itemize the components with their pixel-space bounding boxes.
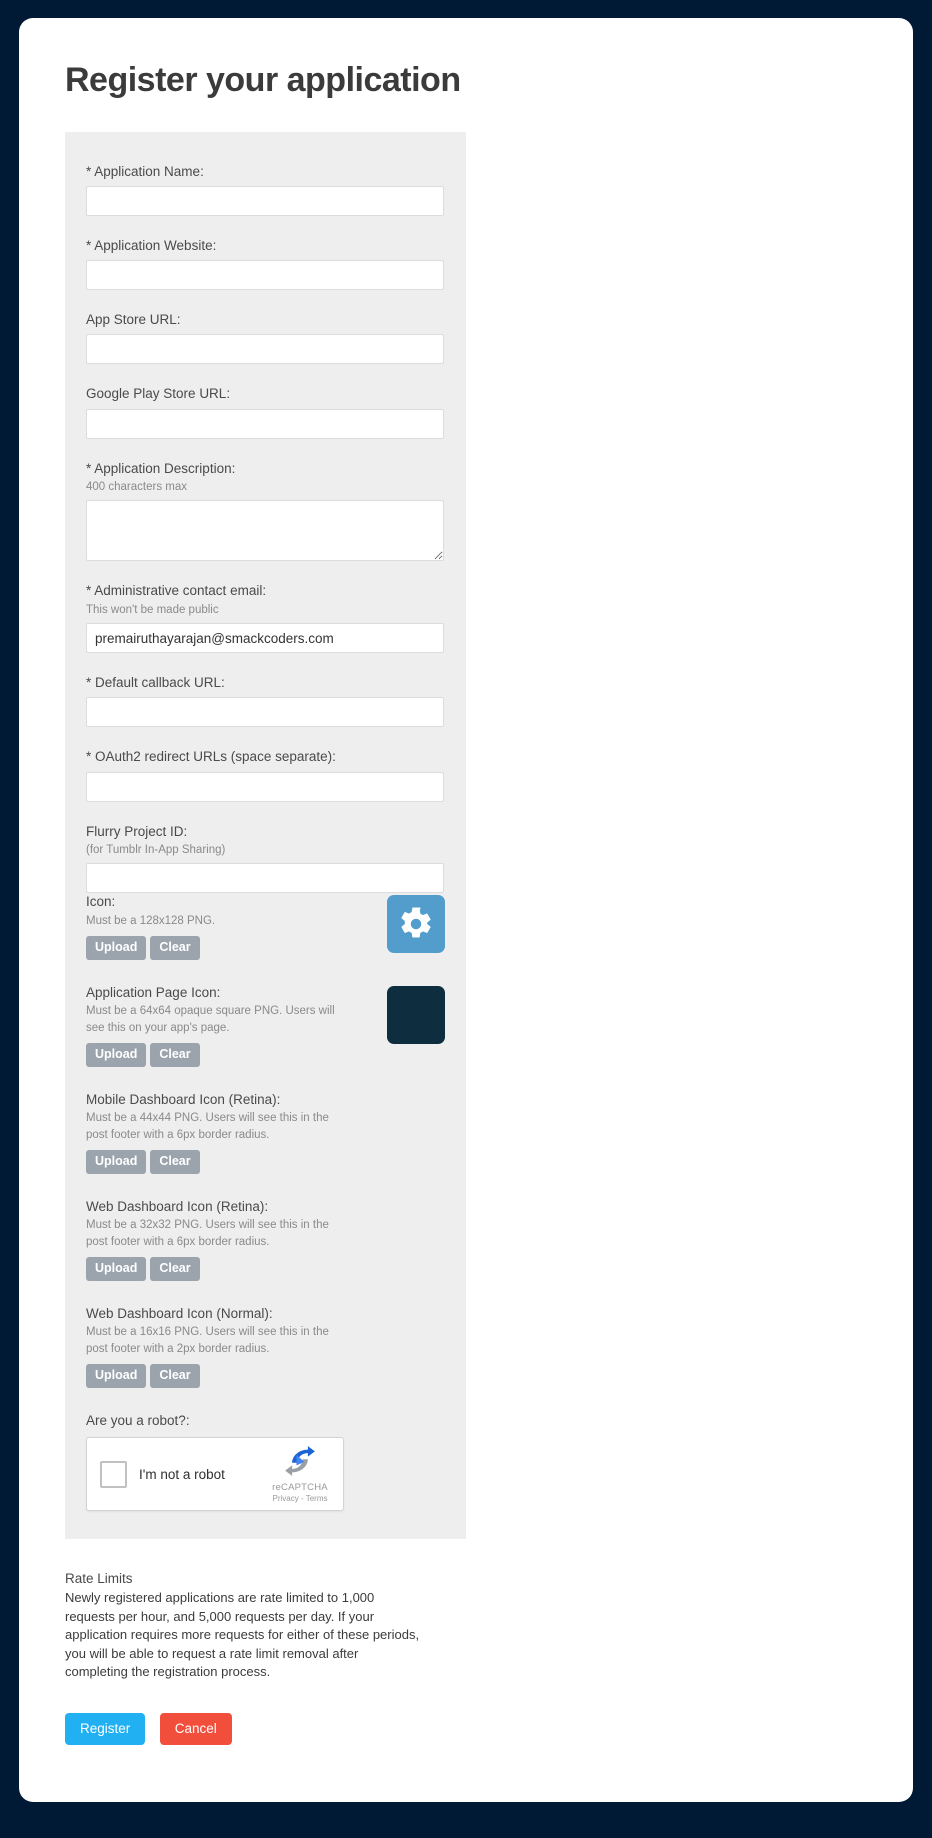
icon-upload-button[interactable]: Upload [86,936,147,960]
web-dashboard-icon-retina-buttons: Upload Clear [86,1257,386,1281]
web-dashboard-icon-normal-buttons: Upload Clear [86,1364,386,1388]
flurry-project-id-label: Flurry Project ID: [86,823,188,839]
recaptcha-logo-icon [285,1445,315,1476]
icon-upload-application-page-icon: Application Page Icon: Must be a 64x64 op… [86,984,445,1067]
recaptcha-branding: reCAPTCHA Privacy - Terms [268,1445,332,1503]
icon-description: Must be a 128x128 PNG. [86,914,216,927]
web-dashboard-icon-normal-clear-button[interactable]: Clear [150,1364,200,1388]
gear-icon [401,907,431,938]
icon-label: Icon: [86,894,116,910]
oauth2-redirect-urls-input[interactable] [86,771,444,802]
captcha-field: Are you a robot?: I'm not a robot reCAPT… [86,1412,445,1512]
field-flurry-project-id: Flurry Project ID: (for Tumblr In-App Sha… [86,823,445,894]
application-page-icon-description: Must be a 64x64 opaque square PNG. Users… [86,1004,335,1034]
register-button[interactable]: Register [65,1713,146,1745]
application-page-icon-buttons: Upload Clear [86,1043,386,1067]
google-play-store-url-input[interactable] [86,408,444,439]
icon-upload-mobile-dashboard-icon-retina: Mobile Dashboard Icon (Retina): Must be a… [86,1091,445,1174]
recaptcha-brand-links[interactable]: Privacy - Terms [268,1494,332,1503]
oauth2-redirect-urls-label: * OAuth2 redirect URLs (space separate): [86,749,336,765]
application-description-hint: 400 characters max [86,480,187,493]
icon-upload-icon: Icon: Must be a 128x128 PNG. Upload Clear [86,893,445,960]
rate-limits-body: Newly registered applications are rate l… [65,1590,420,1679]
icon-upload-web-dashboard-icon-retina: Web Dashboard Icon (Retina): Must be a 32… [86,1198,445,1281]
web-dashboard-icon-normal-label: Web Dashboard Icon (Normal): [86,1305,273,1321]
icon-thumbnail [387,895,445,954]
application-website-label: * Application Website: [86,238,217,254]
default-callback-url-label: * Default callback URL: [86,675,225,691]
cancel-button[interactable]: Cancel [159,1713,232,1745]
recaptcha-checkbox[interactable] [100,1460,127,1488]
web-dashboard-icon-normal-upload-button[interactable]: Upload [86,1364,147,1388]
dark-square-icon [387,985,445,1044]
application-page-icon-upload-button[interactable]: Upload [86,1043,147,1067]
field-administrative-contact-email: * Administrative contact email: This won'… [86,582,445,654]
administrative-contact-email-input[interactable] [86,623,444,654]
application-name-label: * Application Name: [86,163,204,179]
flurry-project-id-hint: (for Tumblr In-App Sharing) [86,843,226,856]
flurry-project-id-input[interactable] [86,863,444,894]
web-dashboard-icon-normal-text: Web Dashboard Icon (Normal): Must be a 16… [86,1305,386,1388]
application-website-input[interactable] [86,260,444,291]
application-page-icon-label: Application Page Icon: [86,984,221,1000]
field-oauth2-redirect-urls: * OAuth2 redirect URLs (space separate): [86,748,445,802]
icon-uploads-container: Icon: Must be a 128x128 PNG. Upload Clear Ap… [86,893,445,1388]
mobile-dashboard-icon-retina-description: Must be a 44x44 PNG. Users will see this… [86,1111,329,1141]
rate-limits-section: Rate Limits Newly registered application… [65,1571,485,1745]
mobile-dashboard-icon-retina-clear-button[interactable]: Clear [150,1150,200,1174]
app-store-url-label: App Store URL: [86,312,181,328]
default-callback-url-input[interactable] [86,697,444,728]
field-application-website: * Application Website: [86,237,445,291]
mobile-dashboard-icon-retina-buttons: Upload Clear [86,1150,386,1174]
icon-buttons: Upload Clear [86,936,386,960]
recaptcha-widget[interactable]: I'm not a robot reCAPTCHA Privacy - Term… [86,1437,344,1512]
captcha-label: Are you a robot?: [86,1412,190,1428]
field-app-store-url: App Store URL: [86,311,445,365]
application-name-input[interactable] [86,186,444,217]
registration-form-panel: * Application Name: * Application Website… [65,131,466,1540]
recaptcha-checkbox-label: I'm not a robot [139,1466,225,1482]
administrative-contact-email-hint: This won't be made public [86,603,219,616]
web-dashboard-icon-retina-description: Must be a 32x32 PNG. Users will see this… [86,1219,329,1248]
application-description-input[interactable] [86,500,444,562]
form-fields-container: * Application Name: * Application Website… [86,163,445,894]
web-dashboard-icon-retina-clear-button[interactable]: Clear [150,1257,200,1281]
application-page-icon-text: Application Page Icon: Must be a 64x64 op… [86,984,386,1067]
field-google-play-store-url: Google Play Store URL: [86,385,445,439]
icon-clear-button[interactable]: Clear [150,936,200,960]
mobile-dashboard-icon-retina-text: Mobile Dashboard Icon (Retina): Must be a… [86,1091,386,1174]
administrative-contact-email-label: * Administrative contact email: [86,583,267,599]
app-store-url-input[interactable] [86,334,444,365]
application-page-icon-thumbnail [387,985,445,1044]
gear-icon-tile [387,895,445,954]
field-default-callback-url: * Default callback URL: [86,674,445,728]
mobile-dashboard-icon-retina-label: Mobile Dashboard Icon (Retina): [86,1091,281,1107]
field-application-name: * Application Name: [86,163,445,217]
field-application-description: * Application Description: 400 characters… [86,460,445,562]
web-dashboard-icon-retina-text: Web Dashboard Icon (Retina): Must be a 32… [86,1198,386,1281]
register-application-card: Register your application * Application … [19,18,913,1802]
application-page-icon-clear-button[interactable]: Clear [150,1043,200,1067]
web-dashboard-icon-normal-description: Must be a 16x16 PNG. Users will see this… [86,1326,329,1355]
mobile-dashboard-icon-retina-upload-button[interactable]: Upload [86,1150,147,1174]
rate-limits-title: Rate Limits [65,1571,133,1587]
form-actions: Register Cancel [65,1713,485,1745]
web-dashboard-icon-retina-upload-button[interactable]: Upload [86,1257,147,1281]
application-description-label: * Application Description: [86,460,236,476]
icon-upload-web-dashboard-icon-normal: Web Dashboard Icon (Normal): Must be a 16… [86,1305,445,1388]
web-dashboard-icon-retina-label: Web Dashboard Icon (Retina): [86,1198,269,1214]
icon-text: Icon: Must be a 128x128 PNG. Upload Clear [86,893,386,960]
recaptcha-brand-name: reCAPTCHA [272,1481,328,1493]
google-play-store-url-label: Google Play Store URL: [86,386,231,402]
page-title: Register your application [65,61,461,99]
